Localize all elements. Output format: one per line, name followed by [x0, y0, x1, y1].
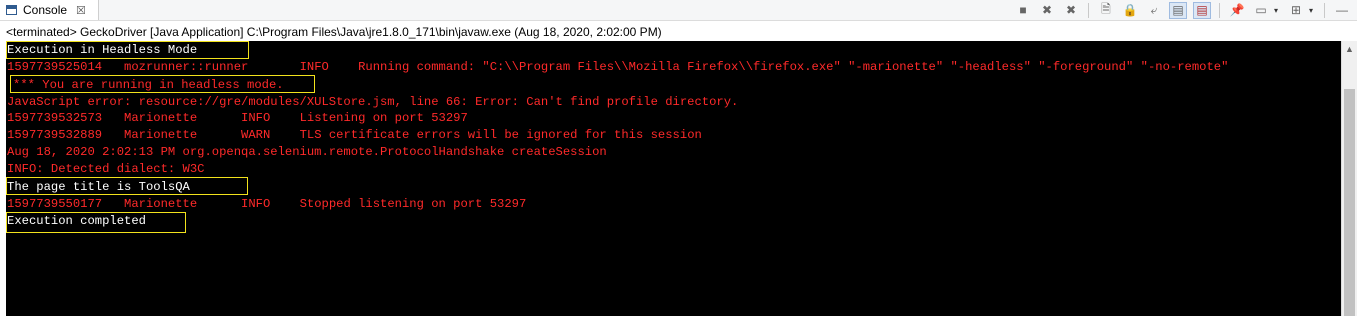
view-tab-bar: Console ☒ ■ ✖ ✖ 🗎 🔒 ⤶ ▤ ▤ 📌 ▭ ▾ ⊞ ▾ —: [0, 0, 1357, 21]
terminate-icon[interactable]: ■: [1014, 2, 1032, 19]
toolbar-separator: [1324, 2, 1325, 18]
highlight-box: [6, 41, 249, 59]
highlight-box: [10, 75, 315, 93]
console-line-stderr: 1597739532573 Marionette INFO Listening …: [7, 111, 468, 125]
console-line-stderr: 1597739550177 Marionette INFO Stopped li…: [7, 197, 527, 211]
clear-console-icon[interactable]: 🗎: [1097, 2, 1115, 19]
minimize-icon[interactable]: —: [1333, 2, 1351, 19]
highlight-box: [6, 177, 248, 195]
process-status-label: <terminated> GeckoDriver [Java Applicati…: [6, 25, 662, 39]
console-line-stderr: 1597739532889 Marionette WARN TLS certif…: [7, 128, 702, 142]
display-selected-console-icon[interactable]: ▭: [1252, 2, 1270, 19]
console-icon: [6, 5, 17, 15]
show-when-stderr-changes-icon[interactable]: ▤: [1193, 1, 1211, 19]
show-when-stdout-changes-icon[interactable]: ▤: [1169, 1, 1187, 19]
close-icon[interactable]: ☒: [76, 4, 86, 17]
word-wrap-icon[interactable]: ⤶: [1145, 2, 1163, 19]
remove-launch-icon[interactable]: ✖: [1038, 2, 1056, 19]
toolbar-separator: [1219, 2, 1220, 18]
console-line-stderr: 1597739525014 mozrunner::runner INFO Run…: [7, 60, 1229, 74]
remove-all-terminated-icon[interactable]: ✖: [1062, 2, 1080, 19]
console-tab[interactable]: Console ☒: [0, 0, 99, 20]
console-line-stderr: JavaScript error: resource://gre/modules…: [7, 95, 739, 109]
console-output[interactable]: Execution in Headless Mode 1597739525014 …: [6, 41, 1341, 316]
console-tab-label: Console: [23, 3, 68, 17]
vertical-scrollbar[interactable]: ▲: [1341, 41, 1357, 316]
console-line-stderr: Aug 18, 2020 2:02:13 PM org.openqa.selen…: [7, 145, 607, 159]
pin-console-icon[interactable]: 📌: [1228, 2, 1246, 19]
toolbar-separator: [1088, 2, 1089, 18]
console-toolbar: ■ ✖ ✖ 🗎 🔒 ⤶ ▤ ▤ 📌 ▭ ▾ ⊞ ▾ —: [1008, 1, 1351, 19]
display-selected-console-dropdown-icon[interactable]: ▾: [1271, 2, 1281, 19]
highlight-box: [6, 212, 186, 233]
scroll-up-arrow-icon[interactable]: ▲: [1342, 41, 1357, 57]
open-console-icon[interactable]: ⊞: [1287, 2, 1305, 19]
open-console-dropdown-icon[interactable]: ▾: [1306, 2, 1316, 19]
scrollbar-thumb[interactable]: [1344, 89, 1355, 316]
console-line-stderr: INFO: Detected dialect: W3C: [7, 162, 205, 176]
scroll-lock-icon[interactable]: 🔒: [1121, 2, 1139, 19]
